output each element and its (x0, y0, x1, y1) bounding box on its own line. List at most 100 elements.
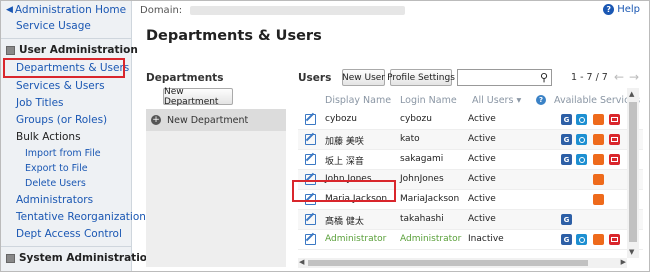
scroll-down-icon[interactable]: ▼ (629, 248, 634, 256)
garoon-icon: G (561, 154, 572, 165)
department-item-label: New Department (167, 114, 249, 126)
export-to-file-link[interactable]: Export to File (25, 163, 88, 174)
mailwise-icon (593, 194, 604, 205)
display-name-cell[interactable]: 坂上 深音 (325, 154, 364, 167)
horizontal-scrollbar[interactable]: ◀ ▶ (298, 258, 627, 268)
new-department-button[interactable]: New Department (163, 87, 233, 107)
garoon-icon: G (561, 234, 572, 245)
scroll-thumb[interactable] (308, 260, 588, 266)
scroll-thumb[interactable] (629, 102, 637, 242)
page-title: Departments & Users (146, 28, 322, 44)
help-icon: ? (603, 4, 615, 15)
sidebar-divider (1, 38, 132, 39)
table-row[interactable]: cybozu cybozu Active G (298, 110, 643, 130)
mailwise-icon (593, 234, 604, 245)
chevron-down-icon: ▾ (516, 95, 522, 106)
search-input[interactable]: ⚲ (457, 69, 552, 86)
sidebar-item-tentative-reorganization[interactable]: Tentative Reorganization (16, 211, 146, 223)
display-name-cell[interactable]: 髙橋 健太 (325, 214, 364, 227)
status-cell: Active (468, 214, 496, 224)
system-administration-heading[interactable]: System Administration (6, 252, 155, 264)
sidebar-item-administrators[interactable]: Administrators (16, 194, 93, 206)
garoon-icon: G (561, 214, 572, 225)
login-name-cell: Administrator (400, 234, 462, 244)
selection-highlight (3, 58, 125, 78)
remote-icon (609, 114, 620, 125)
column-header-login-name[interactable]: Login Name (400, 95, 457, 106)
sidebar-item-job-titles[interactable]: Job Titles (16, 97, 64, 109)
next-page-icon[interactable]: → (629, 70, 639, 84)
prev-page-icon[interactable]: ← (614, 70, 624, 84)
domain-value-redacted (190, 5, 406, 15)
back-arrow-icon: ◀ (6, 5, 13, 15)
office-icon (576, 154, 587, 165)
all-users-label: All Users (472, 95, 514, 106)
search-icon[interactable]: ⚲ (540, 71, 548, 84)
edit-icon[interactable] (305, 134, 316, 145)
delete-users-link[interactable]: Delete Users (25, 178, 86, 189)
vertical-scrollbar[interactable]: ▲ ▼ (627, 88, 639, 258)
remote-icon (609, 234, 620, 245)
mailwise-icon (593, 154, 604, 165)
section-icon (6, 45, 15, 55)
display-name-cell[interactable]: Administrator (325, 234, 386, 244)
scroll-up-icon[interactable]: ▲ (629, 90, 634, 98)
remote-icon (609, 154, 620, 165)
sidebar-divider (1, 246, 132, 247)
help-label: Help (617, 4, 640, 15)
remote-icon (609, 134, 620, 145)
import-from-file-link[interactable]: Import from File (25, 148, 101, 159)
office-icon (576, 234, 587, 245)
departments-heading: Departments (146, 72, 224, 84)
sidebar-item-dept-access-control[interactable]: Dept Access Control (16, 228, 122, 240)
scroll-right-icon[interactable]: ▶ (621, 258, 626, 266)
service-usage-link[interactable]: Service Usage (16, 20, 91, 32)
mailwise-icon (593, 114, 604, 125)
display-name-cell[interactable]: 加藤 美咲 (325, 134, 364, 147)
office-icon (576, 114, 587, 125)
edit-icon[interactable] (305, 114, 316, 125)
sidebar-item-services-users[interactable]: Services & Users (16, 80, 105, 92)
table-row[interactable]: Administrator Administrator Inactive G (298, 230, 643, 250)
new-user-button[interactable]: New User (342, 69, 385, 86)
table-row[interactable]: 加藤 美咲 kato Active G (298, 130, 643, 150)
status-cell: Inactive (468, 234, 504, 244)
department-tree-item[interactable]: + New Department (146, 109, 286, 131)
bulk-actions-label: Bulk Actions (16, 131, 81, 143)
status-cell: Active (468, 114, 496, 124)
profile-settings-button[interactable]: Profile Settings (387, 69, 455, 86)
login-name-cell: kato (400, 134, 420, 144)
user-administration-label: User Administration (19, 44, 138, 56)
user-administration-heading: User Administration (6, 44, 138, 56)
department-tree (146, 109, 286, 267)
status-cell: Active (468, 194, 496, 204)
system-administration-label: System Administration (19, 252, 155, 264)
table-row[interactable]: 坂上 深音 sakagami Active G (298, 150, 643, 170)
users-heading: Users (298, 72, 332, 84)
maria-jackson-highlight (292, 180, 396, 202)
login-name-cell: takahashi (400, 214, 444, 224)
mailwise-icon (593, 174, 604, 185)
garoon-icon: G (561, 134, 572, 145)
administration-home-link[interactable]: ◀ Administration Home (6, 3, 126, 17)
display-name-cell[interactable]: cybozu (325, 114, 357, 124)
edit-icon[interactable] (305, 214, 316, 225)
sidebar-item-groups[interactable]: Groups (or Roles) (16, 114, 107, 126)
all-users-filter[interactable]: All Users ▾ (472, 95, 521, 106)
mailwise-icon (593, 134, 604, 145)
login-name-cell: JohnJones (400, 174, 444, 184)
login-name-cell: MariaJackson (400, 194, 460, 204)
scroll-left-icon[interactable]: ◀ (299, 258, 304, 266)
table-row[interactable]: 髙橋 健太 takahashi Active G (298, 210, 643, 230)
edit-icon[interactable] (305, 154, 316, 165)
edit-icon[interactable] (305, 234, 316, 245)
login-name-cell: sakagami (400, 154, 444, 164)
row-divider (298, 249, 643, 250)
expand-plus-icon[interactable]: + (151, 115, 161, 125)
status-help-icon[interactable]: ? (536, 95, 546, 105)
administration-home-label: Administration Home (14, 4, 127, 16)
help-link[interactable]: ? Help (603, 4, 640, 15)
login-name-cell: cybozu (400, 114, 432, 124)
domain-label: Domain: (140, 4, 183, 16)
column-header-display-name[interactable]: Display Name (325, 95, 391, 106)
